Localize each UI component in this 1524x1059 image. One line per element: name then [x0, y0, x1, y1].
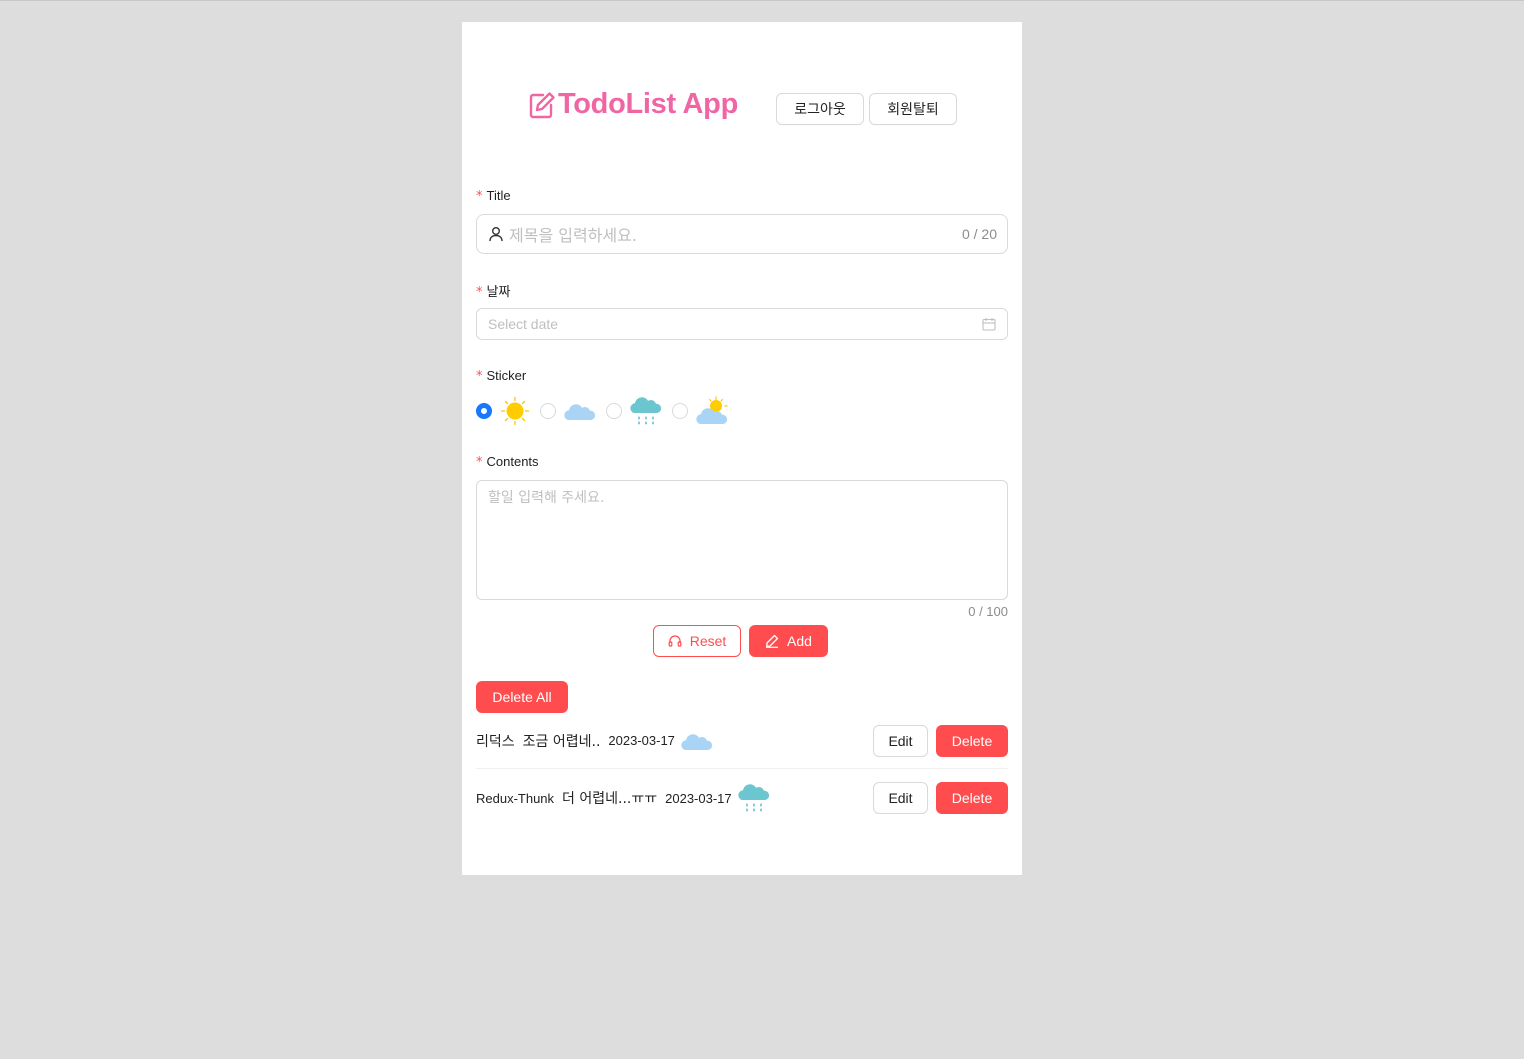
cloud-icon [564, 404, 596, 420]
headphones-icon [668, 635, 682, 647]
radio-button[interactable] [476, 403, 492, 419]
pencil-icon [766, 634, 779, 648]
todo-title: Redux-Thunk [476, 790, 555, 806]
contents-textarea[interactable]: 할일 입력해 주세요. [476, 480, 1008, 600]
required-mark: * [476, 455, 483, 470]
radio-button[interactable] [672, 403, 688, 419]
calendar-icon [982, 318, 996, 331]
contents-placeholder: 할일 입력해 주세요. [488, 490, 605, 506]
title-char-count: 0 / 20 [961, 226, 997, 242]
radio-button[interactable] [540, 403, 556, 419]
reset-label: Reset [689, 633, 727, 649]
date-picker[interactable]: Select date [476, 308, 1008, 340]
title-label: * Title [476, 188, 511, 204]
todo-date: 2023-03-17 [665, 790, 732, 806]
todo-title: 리덕스 [476, 733, 515, 750]
logout-button[interactable]: 로그아웃 [776, 93, 864, 125]
app-title: TodoList App [558, 88, 739, 120]
sticker-option-sun[interactable] [476, 396, 530, 426]
partly-cloudy-icon [696, 396, 728, 424]
sun-icon [500, 396, 530, 426]
edit-icon [529, 91, 555, 118]
required-mark: * [476, 189, 483, 204]
todo-item: Redux-Thunk 더 어렵네...ㅠㅠ 2023-03-17 Edit D… [476, 770, 1008, 826]
todo-date: 2023-03-17 [608, 733, 675, 748]
app-logo: TodoList App [527, 88, 738, 121]
title-input[interactable]: 제목을 입력하세요. 0 / 20 [476, 214, 1008, 254]
user-icon [489, 227, 503, 242]
todo-item: 리덕스 조금 어렵네.. 2023-03-17 Edit Delete [476, 713, 1008, 769]
sticker-option-rain[interactable] [606, 396, 662, 426]
edit-button[interactable]: Edit [873, 782, 928, 814]
sticker-option-cloud[interactable] [540, 396, 596, 426]
withdraw-button[interactable]: 회원탈퇴 [869, 93, 957, 125]
todo-contents: 더 어렵네...ㅠㅠ [562, 791, 658, 807]
add-label: Add [787, 633, 812, 649]
cloud-icon [681, 733, 713, 750]
todo-actions: Edit Delete [873, 725, 1008, 757]
reset-button[interactable]: Reset [653, 625, 741, 657]
date-placeholder: Select date [488, 316, 559, 332]
required-mark: * [476, 369, 483, 384]
edit-button[interactable]: Edit [873, 725, 928, 757]
delete-button[interactable]: Delete [936, 782, 1008, 814]
radio-button[interactable] [606, 403, 622, 419]
sticker-option-partly-cloudy[interactable] [672, 396, 728, 426]
rain-cloud-icon [737, 784, 769, 812]
add-button[interactable]: Add [749, 625, 828, 657]
delete-all-button[interactable]: Delete All [476, 681, 568, 713]
contents-label: * Contents [476, 454, 539, 470]
sticker-radio-group [476, 394, 738, 428]
rain-cloud-icon [630, 397, 662, 425]
required-mark: * [476, 285, 483, 300]
todo-actions: Edit Delete [873, 782, 1008, 814]
date-label: * 날짜 [476, 285, 511, 300]
todo-card: TodoList App 로그아웃 회원탈퇴 * Title 제목을 입력하세요.… [462, 22, 1022, 875]
title-placeholder: 제목을 입력하세요. [509, 226, 637, 245]
app-header: TodoList App 로그아웃 회원탈퇴 [462, 88, 1022, 128]
sticker-label: * Sticker [476, 368, 527, 384]
delete-button[interactable]: Delete [936, 725, 1008, 757]
todo-contents: 조금 어렵네.. [522, 733, 601, 750]
contents-char-count: 0 / 100 [968, 604, 1008, 619]
